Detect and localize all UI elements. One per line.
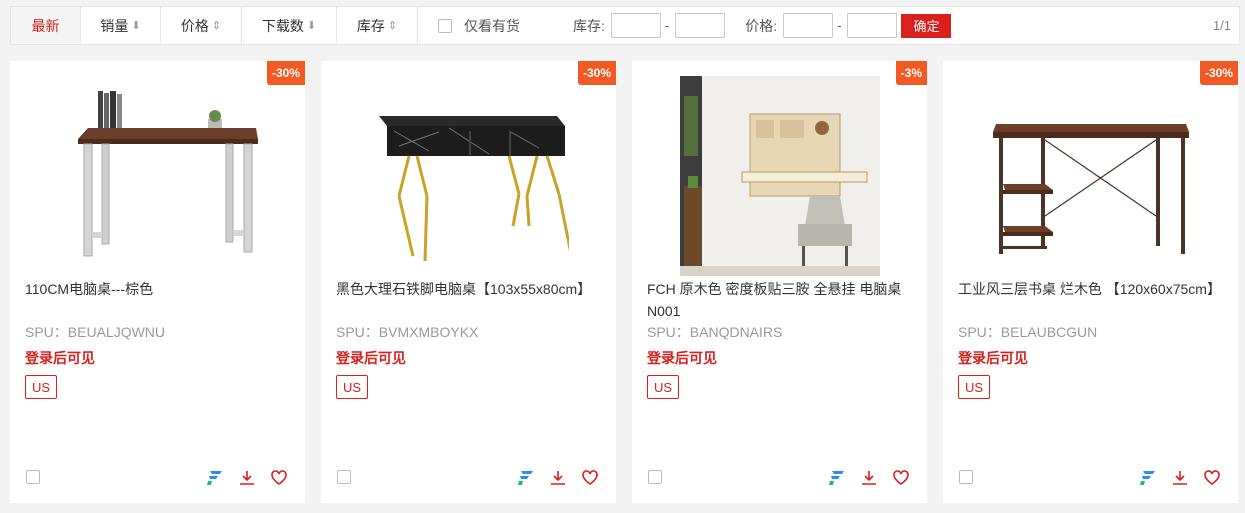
product-title[interactable]: 工业风三层书桌 烂木色 【120x60x75cm】 [958,278,1228,300]
sort-stock-label: 库存 [356,17,385,34]
page-indicator: 1/1 [1212,18,1231,33]
sort-downloads-button[interactable]: 下载数 ⬇ [242,7,337,44]
confirm-button[interactable]: 确定 [901,13,952,38]
in-stock-label: 仅看有货 [464,17,520,34]
download-icon[interactable] [1170,468,1190,488]
product-card[interactable]: -3% FCH 原木色 密度板贴三胺 全悬挂 电脑桌 N001 SPU：BANQ… [632,61,927,503]
sort-updown-icon: ⇕ [211,20,222,32]
sort-price-button[interactable]: 价格 ⇕ [161,7,242,44]
stock-range-label: 库存: [573,17,605,34]
product-image[interactable] [368,76,569,276]
select-checkbox[interactable] [26,470,40,484]
desk-image-icon [378,116,569,262]
region-tag: US [647,375,680,399]
price-range-label: 价格: [745,17,778,34]
stock-min-input[interactable] [610,13,661,38]
login-to-view-price: 登录后可见 [336,350,406,366]
range-dash: - [837,18,842,33]
login-to-view-price: 登录后可见 [25,350,95,366]
brand-f-icon[interactable] [205,468,225,488]
desk-image-icon [77,91,258,257]
region-tag: US [336,375,369,399]
product-image[interactable] [57,76,258,276]
sort-downloads-label: 下载数 [261,17,304,34]
product-spu: SPU：BVMXMBOYKX [336,324,479,340]
price-min-input[interactable] [783,13,834,38]
download-icon[interactable] [548,468,568,488]
card-actions [516,468,600,488]
card-actions [1138,468,1222,488]
brand-f-icon[interactable] [1138,468,1158,488]
region-tag: US [958,375,991,399]
product-card[interactable]: -30% 工业风三层书桌 烂木色 【120x60x75cm】 SPU：BELAU… [943,61,1238,503]
product-card[interactable]: -30% 110CM电脑桌---棕色 SPU：BEUALJQWNU 登录后可见 … [10,61,305,503]
sort-sales-button[interactable]: 销量 ⬇ [81,7,161,44]
product-title[interactable]: 110CM电脑桌---棕色 [25,278,295,300]
sort-stock-button[interactable]: 库存 ⇕ [337,7,418,44]
discount-badge: -30% [266,61,305,85]
select-checkbox[interactable] [648,470,662,484]
login-to-view-price: 登录后可见 [647,350,717,366]
product-spu: SPU：BANQDNAIRS [647,324,783,340]
select-checkbox[interactable] [959,470,973,484]
brand-f-icon[interactable] [827,468,847,488]
filter-bar: 最新 销量 ⬇ 价格 ⇕ 下载数 ⬇ 库存 ⇕ 仅看有货 库存: - 价格: - 确定 … [10,6,1240,45]
range-dash: - [664,18,670,33]
region-tag: US [25,375,58,399]
sort-newest-button[interactable]: 最新 [11,7,81,44]
login-to-view-price: 登录后可见 [958,350,1028,366]
product-title[interactable]: FCH 原木色 密度板贴三胺 全悬挂 电脑桌 N001 [647,278,917,322]
card-actions [827,468,911,488]
sort-price-label: 价格 [180,17,209,34]
sort-sales-label: 销量 [100,17,129,34]
product-image[interactable] [679,76,880,276]
download-icon[interactable] [237,468,257,488]
card-actions [205,468,289,488]
in-stock-checkbox[interactable] [438,18,452,33]
discount-badge: -3% [895,61,927,85]
sort-newest-label: 最新 [31,17,60,34]
product-image[interactable] [990,76,1191,276]
product-grid: -30% 110CM电脑桌---棕色 SPU：BEUALJQWNU 登录后可见 … [10,61,1238,503]
desk-image-icon [679,76,880,276]
brand-f-icon[interactable] [516,468,536,488]
heart-icon[interactable] [891,468,911,488]
download-icon[interactable] [859,468,879,488]
heart-icon[interactable] [1202,468,1222,488]
arrow-down-icon: ⬇ [131,20,141,32]
select-checkbox[interactable] [337,470,351,484]
product-spu: SPU：BELAUBCGUN [958,324,1098,340]
product-title[interactable]: 黑色大理石铁脚电脑桌【103x55x80cm】 [336,278,606,300]
sort-updown-icon: ⇕ [387,20,398,32]
in-stock-filter[interactable]: 仅看有货 [438,16,520,36]
product-spu: SPU：BEUALJQWNU [25,324,166,340]
discount-badge: -30% [1199,61,1238,85]
price-max-input[interactable] [847,13,898,38]
product-card[interactable]: -30% 黑色大理石铁脚电脑桌【103x55x80cm】 SPU：BVMXMBO… [321,61,616,503]
arrow-down-icon: ⬇ [306,20,317,32]
discount-badge: -30% [577,61,616,85]
desk-image-icon [992,124,1189,254]
stock-max-input[interactable] [675,13,726,38]
heart-icon[interactable] [580,468,600,488]
heart-icon[interactable] [269,468,289,488]
